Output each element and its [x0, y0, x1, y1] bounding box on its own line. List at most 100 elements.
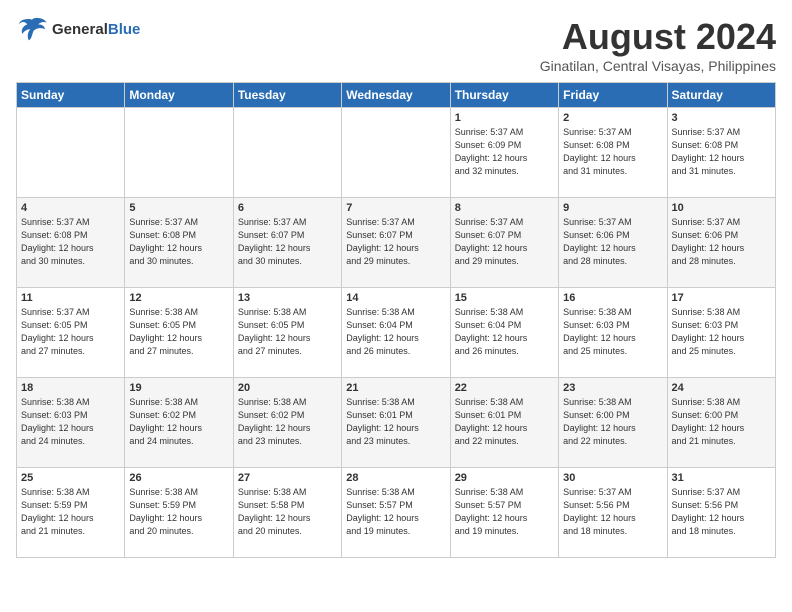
day-number: 7 [346, 202, 445, 214]
calendar-table: SundayMondayTuesdayWednesdayThursdayFrid… [16, 82, 776, 558]
day-info: Sunrise: 5:38 AM Sunset: 5:57 PM Dayligh… [455, 486, 554, 538]
day-info: Sunrise: 5:37 AM Sunset: 6:06 PM Dayligh… [563, 216, 662, 268]
calendar-cell [233, 108, 341, 198]
day-info: Sunrise: 5:38 AM Sunset: 6:00 PM Dayligh… [563, 396, 662, 448]
day-number: 19 [129, 382, 228, 394]
logo-text: GeneralBlue [52, 21, 140, 39]
day-info: Sunrise: 5:37 AM Sunset: 6:08 PM Dayligh… [21, 216, 120, 268]
calendar-cell: 4Sunrise: 5:37 AM Sunset: 6:08 PM Daylig… [17, 198, 125, 288]
day-info: Sunrise: 5:38 AM Sunset: 6:02 PM Dayligh… [238, 396, 337, 448]
day-number: 11 [21, 292, 120, 304]
location-subtitle: Ginatilan, Central Visayas, Philippines [540, 58, 776, 74]
day-number: 8 [455, 202, 554, 214]
header-thursday: Thursday [450, 83, 558, 108]
calendar-week-row: 4Sunrise: 5:37 AM Sunset: 6:08 PM Daylig… [17, 198, 776, 288]
day-info: Sunrise: 5:37 AM Sunset: 6:08 PM Dayligh… [129, 216, 228, 268]
calendar-cell: 2 Sunrise: 5:37 AM Sunset: 6:08 PM Daylig… [559, 108, 667, 198]
day-number: 12 [129, 292, 228, 304]
calendar-cell: 13Sunrise: 5:38 AM Sunset: 6:05 PM Dayli… [233, 288, 341, 378]
header-saturday: Saturday [667, 83, 775, 108]
day-number: 1 [455, 112, 554, 124]
calendar-cell: 29 Sunrise: 5:38 AM Sunset: 5:57 PM Dayli… [450, 468, 558, 558]
day-info: Sunrise: 5:38 AM Sunset: 6:04 PM Dayligh… [346, 306, 445, 358]
day-number: 5 [129, 202, 228, 214]
calendar-cell: 19Sunrise: 5:38 AM Sunset: 6:02 PM Dayli… [125, 378, 233, 468]
calendar-cell: 28 Sunrise: 5:38 AM Sunset: 5:57 PM Dayli… [342, 468, 450, 558]
day-number: 22 [455, 382, 554, 394]
calendar-cell [125, 108, 233, 198]
calendar-cell: 20 Sunrise: 5:38 AM Sunset: 6:02 PM Dayli… [233, 378, 341, 468]
calendar-cell: 1 Sunrise: 5:37 AM Sunset: 6:09 PM Daylig… [450, 108, 558, 198]
header-friday: Friday [559, 83, 667, 108]
day-info: Sunrise: 5:38 AM Sunset: 5:57 PM Dayligh… [346, 486, 445, 538]
day-info: Sunrise: 5:37 AM Sunset: 6:05 PM Dayligh… [21, 306, 120, 358]
logo-bird-icon [16, 16, 48, 44]
day-info: Sunrise: 5:37 AM Sunset: 6:08 PM Dayligh… [563, 126, 662, 178]
day-number: 9 [563, 202, 662, 214]
day-info: Sunrise: 5:37 AM Sunset: 5:56 PM Dayligh… [563, 486, 662, 538]
day-number: 23 [563, 382, 662, 394]
day-info: Sunrise: 5:38 AM Sunset: 5:59 PM Dayligh… [129, 486, 228, 538]
day-number: 30 [563, 472, 662, 484]
calendar-cell: 16Sunrise: 5:38 AM Sunset: 6:03 PM Dayli… [559, 288, 667, 378]
calendar-cell: 15 Sunrise: 5:38 AM Sunset: 6:04 PM Dayli… [450, 288, 558, 378]
day-info: Sunrise: 5:38 AM Sunset: 6:03 PM Dayligh… [563, 306, 662, 358]
calendar-cell: 17Sunrise: 5:38 AM Sunset: 6:03 PM Dayli… [667, 288, 775, 378]
calendar-cell: 23 Sunrise: 5:38 AM Sunset: 6:00 PM Dayli… [559, 378, 667, 468]
day-info: Sunrise: 5:38 AM Sunset: 6:03 PM Dayligh… [21, 396, 120, 448]
day-number: 14 [346, 292, 445, 304]
logo: GeneralBlue [16, 16, 140, 44]
calendar-cell: 24 Sunrise: 5:38 AM Sunset: 6:00 PM Dayli… [667, 378, 775, 468]
day-info: Sunrise: 5:37 AM Sunset: 6:07 PM Dayligh… [455, 216, 554, 268]
day-number: 13 [238, 292, 337, 304]
header-monday: Monday [125, 83, 233, 108]
day-number: 2 [563, 112, 662, 124]
calendar-cell: 5 Sunrise: 5:37 AM Sunset: 6:08 PM Daylig… [125, 198, 233, 288]
day-info: Sunrise: 5:37 AM Sunset: 6:07 PM Dayligh… [238, 216, 337, 268]
calendar-cell: 22 Sunrise: 5:38 AM Sunset: 6:01 PM Dayli… [450, 378, 558, 468]
calendar-cell: 7 Sunrise: 5:37 AM Sunset: 6:07 PM Daylig… [342, 198, 450, 288]
day-number: 6 [238, 202, 337, 214]
day-info: Sunrise: 5:37 AM Sunset: 6:09 PM Dayligh… [455, 126, 554, 178]
calendar-cell [17, 108, 125, 198]
day-number: 3 [672, 112, 771, 124]
calendar-week-row: 1 Sunrise: 5:37 AM Sunset: 6:09 PM Daylig… [17, 108, 776, 198]
day-info: Sunrise: 5:38 AM Sunset: 6:04 PM Dayligh… [455, 306, 554, 358]
day-number: 18 [21, 382, 120, 394]
day-number: 24 [672, 382, 771, 394]
day-number: 15 [455, 292, 554, 304]
day-info: Sunrise: 5:38 AM Sunset: 6:03 PM Dayligh… [672, 306, 771, 358]
calendar-week-row: 18 Sunrise: 5:38 AM Sunset: 6:03 PM Dayli… [17, 378, 776, 468]
calendar-cell: 27Sunrise: 5:38 AM Sunset: 5:58 PM Dayli… [233, 468, 341, 558]
day-number: 26 [129, 472, 228, 484]
day-info: Sunrise: 5:38 AM Sunset: 5:59 PM Dayligh… [21, 486, 120, 538]
calendar-cell: 25 Sunrise: 5:38 AM Sunset: 5:59 PM Dayli… [17, 468, 125, 558]
day-info: Sunrise: 5:38 AM Sunset: 6:00 PM Dayligh… [672, 396, 771, 448]
calendar-cell: 31Sunrise: 5:37 AM Sunset: 5:56 PM Dayli… [667, 468, 775, 558]
day-info: Sunrise: 5:38 AM Sunset: 6:01 PM Dayligh… [455, 396, 554, 448]
calendar-cell: 11 Sunrise: 5:37 AM Sunset: 6:05 PM Dayli… [17, 288, 125, 378]
day-number: 21 [346, 382, 445, 394]
day-info: Sunrise: 5:37 AM Sunset: 6:06 PM Dayligh… [672, 216, 771, 268]
day-info: Sunrise: 5:37 AM Sunset: 6:07 PM Dayligh… [346, 216, 445, 268]
header-wednesday: Wednesday [342, 83, 450, 108]
header-sunday: Sunday [17, 83, 125, 108]
calendar-cell: 8 Sunrise: 5:37 AM Sunset: 6:07 PM Daylig… [450, 198, 558, 288]
calendar-cell: 30 Sunrise: 5:37 AM Sunset: 5:56 PM Dayli… [559, 468, 667, 558]
day-number: 20 [238, 382, 337, 394]
calendar-cell: 10 Sunrise: 5:37 AM Sunset: 6:06 PM Dayli… [667, 198, 775, 288]
header-tuesday: Tuesday [233, 83, 341, 108]
day-number: 27 [238, 472, 337, 484]
day-info: Sunrise: 5:37 AM Sunset: 6:08 PM Dayligh… [672, 126, 771, 178]
page-header: GeneralBlue August 2024 Ginatilan, Centr… [16, 16, 776, 74]
calendar-cell: 12Sunrise: 5:38 AM Sunset: 6:05 PM Dayli… [125, 288, 233, 378]
calendar-cell: 21Sunrise: 5:38 AM Sunset: 6:01 PM Dayli… [342, 378, 450, 468]
calendar-header-row: SundayMondayTuesdayWednesdayThursdayFrid… [17, 83, 776, 108]
month-year-title: August 2024 [540, 16, 776, 58]
calendar-cell: 3 Sunrise: 5:37 AM Sunset: 6:08 PM Daylig… [667, 108, 775, 198]
day-number: 25 [21, 472, 120, 484]
day-number: 28 [346, 472, 445, 484]
day-number: 10 [672, 202, 771, 214]
day-number: 29 [455, 472, 554, 484]
calendar-cell: 6 Sunrise: 5:37 AM Sunset: 6:07 PM Daylig… [233, 198, 341, 288]
